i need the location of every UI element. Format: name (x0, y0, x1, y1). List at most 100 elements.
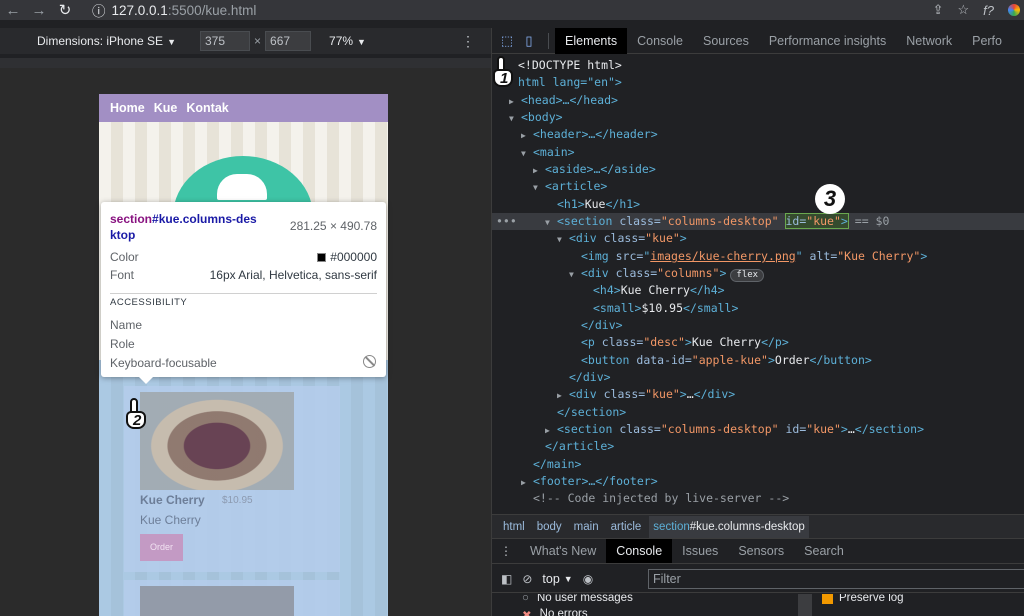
tab-performance-insights[interactable]: Performance insights (759, 28, 896, 54)
tree-node[interactable]: ▶ <footer>…</footer> (521, 473, 658, 490)
color-extension-icon[interactable] (1008, 4, 1020, 16)
tree-node[interactable]: ▼ <article> (533, 178, 607, 195)
tree-node[interactable]: <button data-id="apple-kue">Order</butto… (581, 352, 872, 369)
expand-arrow-icon[interactable]: ▶ (545, 422, 557, 439)
scrollbar[interactable] (798, 594, 812, 616)
device-toggle-icon[interactable]: ▯ (518, 33, 540, 49)
tree-node[interactable]: ▶ <head>…</head> (509, 92, 618, 109)
nav-link-kontak[interactable]: Kontak (186, 101, 228, 115)
expand-arrow-icon[interactable]: ▶ (509, 93, 521, 110)
h1-text: Kue (584, 197, 606, 211)
nav-link-kue[interactable]: Kue (154, 101, 178, 115)
sidebar-toggle-icon[interactable]: ◧ (501, 572, 512, 586)
tab-network[interactable]: Network (896, 28, 962, 54)
flex-badge[interactable]: flex (730, 269, 765, 282)
expand-arrow-icon[interactable]: ▶ (533, 162, 545, 179)
preserve-log-checkbox[interactable]: Preserve log (822, 594, 904, 604)
drawer-menu-icon[interactable]: ⋮ (492, 544, 520, 558)
drawer-tab-issues[interactable]: Issues (672, 539, 728, 563)
tree-node[interactable]: ▶ <section class="columns-desktop" id="ku… (545, 421, 924, 438)
attr-name: class= (601, 335, 644, 349)
sidebar-item-errors[interactable]: ✖ No errors (522, 608, 588, 616)
device-dimensions-select[interactable]: Dimensions: iPhone SE ▼ (37, 34, 176, 48)
collapse-arrow-icon[interactable]: ▼ (521, 145, 533, 162)
attr-value: "kue" (806, 422, 841, 436)
nav-link-home[interactable]: Home (110, 101, 145, 115)
collapse-arrow-icon[interactable]: ▼ (569, 266, 581, 283)
device-height-input[interactable]: 667 (265, 31, 312, 51)
breadcrumb-section[interactable]: section#kue.columns-desktop (649, 515, 809, 538)
collapse-arrow-icon[interactable]: ▼ (509, 110, 521, 127)
tree-node[interactable]: </div> (581, 317, 623, 334)
tree-node[interactable]: </section> (557, 404, 626, 421)
drawer-tab-whats-new[interactable]: What's New (520, 539, 606, 563)
tree-node[interactable]: <small>$10.95</small> (593, 300, 738, 317)
expand-arrow-icon[interactable]: ▶ (521, 474, 533, 491)
more-options-icon[interactable]: ⋮ (461, 33, 475, 50)
share-icon[interactable]: ⇪ (933, 2, 944, 18)
tree-node[interactable]: <p class="desc">Kue Cherry</p> (581, 334, 789, 351)
div-open-tag: <div (569, 387, 604, 401)
tree-node[interactable]: ▶ <aside>…</aside> (533, 161, 656, 178)
tree-node[interactable]: html lang="en"> (518, 74, 622, 91)
tree-node[interactable]: ▼ <main> (521, 144, 575, 161)
tree-node[interactable]: <h1>Kue</h1> (557, 196, 640, 213)
collapsed-ellipsis: … (686, 387, 694, 401)
site-info-icon[interactable]: ⓘ (92, 0, 106, 20)
collapse-arrow-icon[interactable]: ▼ (533, 179, 545, 196)
device-width-input[interactable]: 375 (200, 31, 250, 51)
breadcrumb-body[interactable]: body (533, 521, 566, 533)
tree-node[interactable]: <!DOCTYPE html> (518, 57, 622, 74)
clear-console-icon[interactable]: ⊘ (522, 572, 532, 586)
tree-node[interactable]: <!-- Code injected by live-server --> (533, 490, 789, 507)
drawer-tab-console[interactable]: Console (606, 539, 673, 563)
tree-node[interactable]: ▼ <div class="columns"> flex (569, 265, 765, 283)
breadcrumb-html[interactable]: html (499, 521, 529, 533)
attr-name: id= (785, 214, 807, 228)
inspect-element-icon[interactable]: ⬚ (496, 33, 518, 49)
expand-arrow-icon[interactable]: ▶ (557, 387, 569, 404)
tooltip-color-row: Color #000000 (110, 250, 377, 264)
order-button[interactable]: Order (140, 534, 183, 561)
dom-tree: <!DOCTYPE html> html lang="en"> ▶ <head>…… (492, 56, 1024, 524)
tree-node[interactable]: </main> (533, 456, 581, 473)
tree-node[interactable]: ▼ <body> (509, 109, 563, 126)
attr-value: "kue" (645, 231, 680, 245)
collapse-arrow-icon[interactable]: ▼ (545, 214, 557, 231)
context-select[interactable]: top ▼ (542, 572, 572, 586)
image-src-link[interactable]: images/kue-cherry.png (650, 249, 795, 263)
tree-node[interactable]: ▼ <div class="kue"> (557, 230, 687, 247)
reload-icon[interactable]: ↻ (52, 1, 78, 19)
bookmark-star-icon[interactable]: ☆ (958, 2, 970, 18)
function-extension-icon[interactable]: f? (983, 3, 994, 18)
forward-icon[interactable]: → (26, 2, 52, 19)
sidebar-item-messages[interactable]: ○ No user messages (522, 594, 633, 604)
tree-node[interactable]: <h4>Kue Cherry</h4> (593, 282, 725, 299)
attr-value: "kue" (645, 387, 680, 401)
zoom-select[interactable]: 77% ▼ (329, 34, 366, 48)
breadcrumb-main[interactable]: main (570, 521, 603, 533)
h1-close-tag: </h1> (605, 197, 641, 211)
console-filter-input[interactable]: Filter (648, 569, 1024, 589)
breadcrumb-article[interactable]: article (607, 521, 646, 533)
tab-sources[interactable]: Sources (693, 28, 759, 54)
address-bar[interactable]: ⓘ 127.0.0.1 :5500/kue.html (92, 0, 256, 20)
tree-node[interactable]: <img src="images/kue-cherry.png" alt="Ku… (581, 248, 927, 265)
tree-node-selected[interactable]: ••• ▼ <section class="columns-desktop" id… (492, 213, 1024, 231)
back-icon[interactable]: ← (0, 2, 26, 19)
collapse-arrow-icon[interactable]: ▼ (557, 231, 569, 248)
a11y-name-label: Name (110, 318, 143, 332)
color-swatch-icon (317, 252, 327, 262)
tab-performance[interactable]: Perfo (962, 28, 1012, 54)
drawer-tab-search[interactable]: Search (794, 539, 854, 563)
tab-console[interactable]: Console (627, 28, 693, 54)
tab-elements[interactable]: Elements (555, 27, 628, 54)
tree-node[interactable]: </div> (569, 369, 611, 386)
live-expression-eye-icon[interactable]: ◉ (583, 572, 593, 586)
drawer-tab-sensors[interactable]: Sensors (728, 539, 794, 563)
expand-arrow-icon[interactable]: ▶ (521, 127, 533, 144)
tree-node[interactable]: ▶ <header>…</header> (521, 126, 658, 143)
tree-node[interactable]: ▶ <div class="kue">…</div> (557, 386, 735, 403)
node-options-icon[interactable]: ••• (496, 213, 517, 230)
tree-node[interactable]: </article> (545, 438, 614, 455)
